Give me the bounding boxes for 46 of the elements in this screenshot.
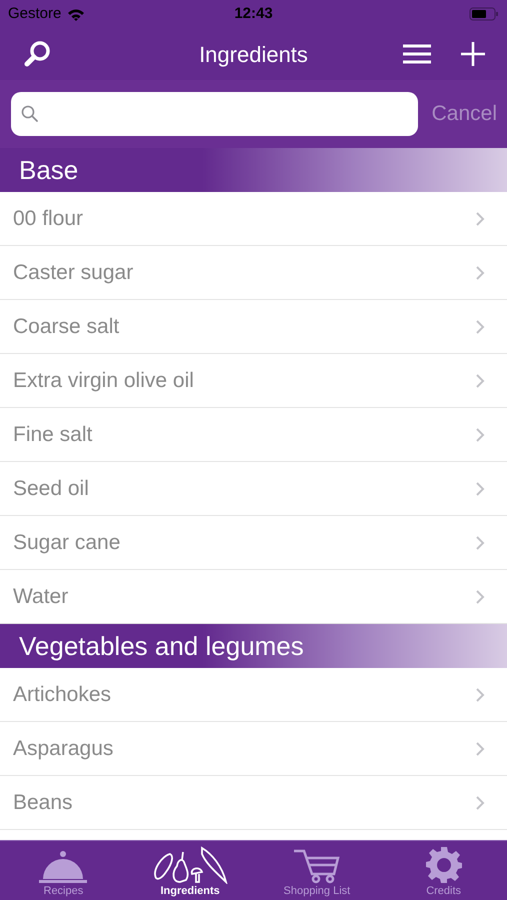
chevron-icon [475, 686, 485, 702]
chevron-icon [475, 426, 485, 442]
search-icon [22, 39, 52, 69]
ingredient-name: Water [13, 584, 70, 610]
cart-icon [292, 848, 342, 884]
ingredient-name: Beans [13, 790, 74, 816]
chevron-icon [475, 372, 485, 388]
tab[interactable]: Ingredients [126, 841, 254, 900]
chevron-icon [475, 794, 485, 810]
wifi-icon [67, 8, 86, 20]
battery-icon [469, 7, 499, 21]
chevron-icon [475, 210, 485, 226]
chevron-icon [475, 740, 485, 756]
ingredient-name: Artichokes [13, 682, 112, 708]
gear-icon [424, 846, 463, 884]
chevron-icon [475, 480, 485, 496]
menu-button[interactable] [403, 43, 431, 65]
chevron-icon [475, 534, 485, 550]
search-field[interactable] [11, 92, 418, 136]
plus-icon [461, 42, 485, 66]
carrier-name: Gestore [8, 4, 62, 24]
search-icon [21, 105, 39, 123]
ingredient-name: Sugar cane [13, 530, 122, 556]
ingredient-name: Extra virgin olive oil [13, 368, 195, 394]
ingredient-name: Asparagus [13, 736, 114, 762]
chevron-icon [475, 588, 485, 604]
tab[interactable]: Shopping List [254, 841, 380, 900]
ingredient-name: Coarse salt [13, 314, 120, 340]
vegetables-icon [152, 844, 228, 884]
menu-icon [403, 43, 431, 65]
section-title: Base [19, 154, 78, 186]
tab[interactable]: Credits [380, 841, 507, 900]
chevron-icon [475, 264, 485, 280]
chevron-icon [475, 318, 485, 334]
search-button[interactable] [22, 39, 52, 69]
section-title: Vegetables and legumes [19, 630, 304, 662]
ingredient-name: 00 flour [13, 206, 84, 232]
ingredient-name: Caster sugar [13, 260, 134, 286]
cloche-icon [38, 850, 88, 884]
tab[interactable]: Recipes [0, 841, 127, 900]
add-button[interactable] [461, 42, 485, 66]
clock-time: 12:43 [234, 4, 273, 24]
screen-title: Ingredients [199, 40, 308, 69]
ingredient-name: Fine salt [13, 422, 94, 448]
ingredient-name: Seed oil [13, 476, 90, 502]
cancel-button[interactable]: Cancel [432, 98, 497, 130]
